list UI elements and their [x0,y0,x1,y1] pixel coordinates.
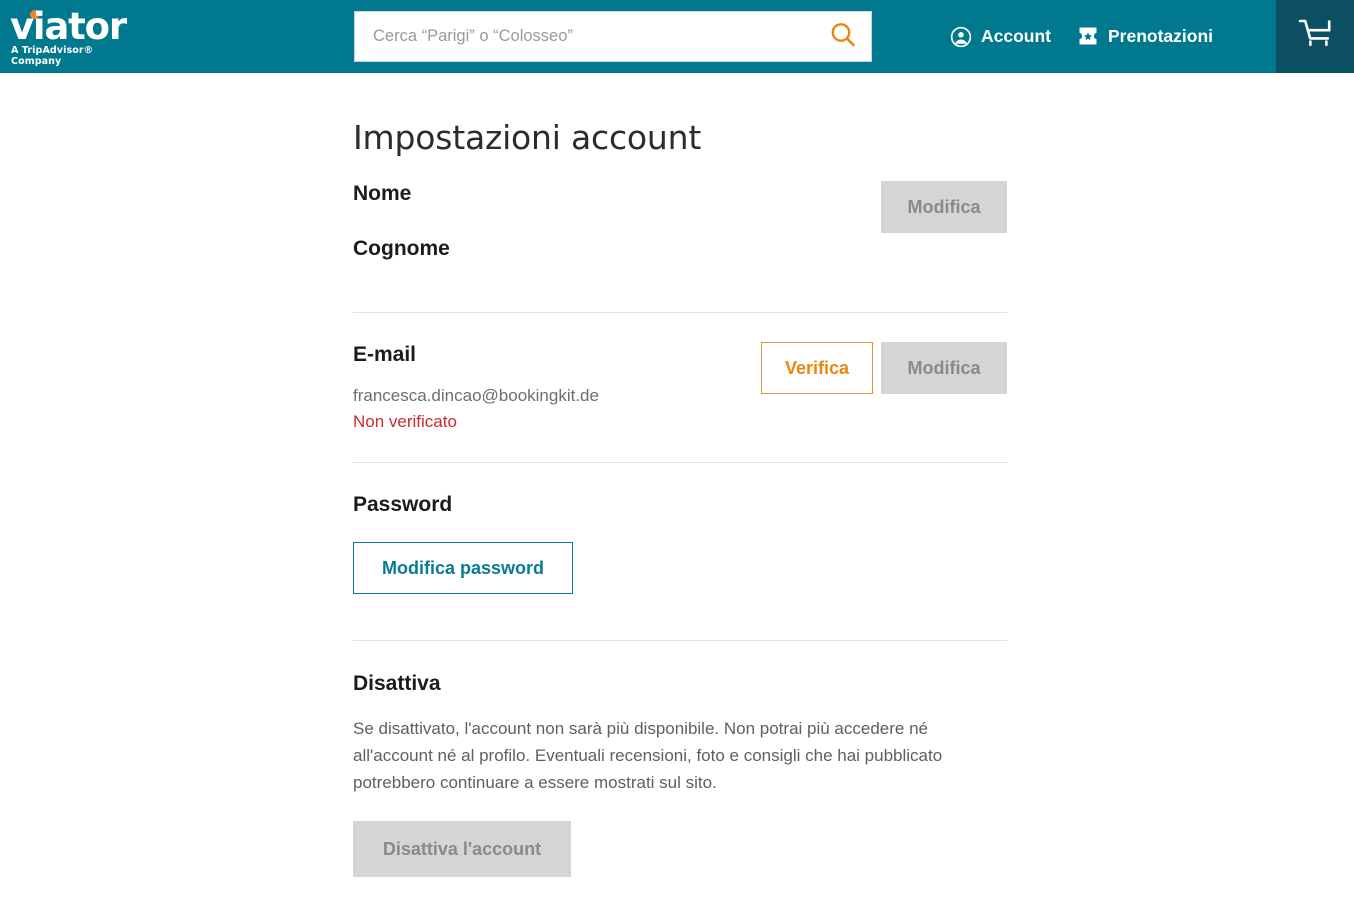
edit-email-button[interactable]: Modifica [881,342,1007,394]
page-title: Impostazioni account [353,118,702,157]
account-circle-icon [950,26,972,48]
section-password: Password Modifica password [353,492,1007,594]
email-value: francesca.dincao@bookingkit.de [353,386,599,405]
deactivate-account-button[interactable]: Disattiva l'account [353,821,571,877]
verify-email-button[interactable]: Verifica [761,342,873,394]
nav-item-bookings-label: Prenotazioni [1108,26,1214,46]
deactivate-description: Se disattivato, l'account non sarà più d… [353,719,943,792]
edit-name-button[interactable]: Modifica [881,181,1007,233]
search-bar[interactable] [354,11,872,62]
email-label: E-mail [353,343,417,366]
surname-label: Cognome [353,237,450,260]
section-deactivate: Disattiva Se disattivato, l'account non … [353,671,1007,877]
ticket-icon [1077,26,1099,48]
logo-wordmark: viator [10,5,127,48]
email-status-badge: Non verificato [353,412,457,431]
divider-after-password [353,640,1007,641]
deactivate-label: Disattiva [353,672,441,695]
search-input[interactable] [355,13,815,60]
search-icon [828,20,858,53]
divider-after-email [353,462,1007,463]
name-label: Nome [353,182,412,205]
header-nav: Account Prenotazioni [950,0,1213,73]
logo-tagline: A TripAdvisor® Company [11,45,94,67]
change-password-button[interactable]: Modifica password [353,542,573,594]
nav-item-account-label: Account [981,26,1051,46]
cart-button[interactable] [1276,0,1354,73]
nav-item-account[interactable]: Account [950,26,1051,48]
section-name: Nome Cognome Modifica [353,181,1007,262]
search-submit-button[interactable] [815,12,871,61]
settings-content: Impostazioni account Nome Cognome Modifi… [353,73,1007,877]
divider-after-name [353,312,1007,313]
email-actions: Verifica Modifica [761,342,1007,394]
section-email: E-mail francesca.dincao@bookingkit.de No… [353,342,1007,435]
shopping-cart-icon [1296,17,1334,56]
password-label: Password [353,493,453,516]
viator-logo[interactable]: viator A TripAdvisor® Company [8,5,138,68]
nav-item-bookings[interactable]: Prenotazioni [1077,26,1213,48]
site-header: viator A TripAdvisor® Company Account [0,0,1354,73]
